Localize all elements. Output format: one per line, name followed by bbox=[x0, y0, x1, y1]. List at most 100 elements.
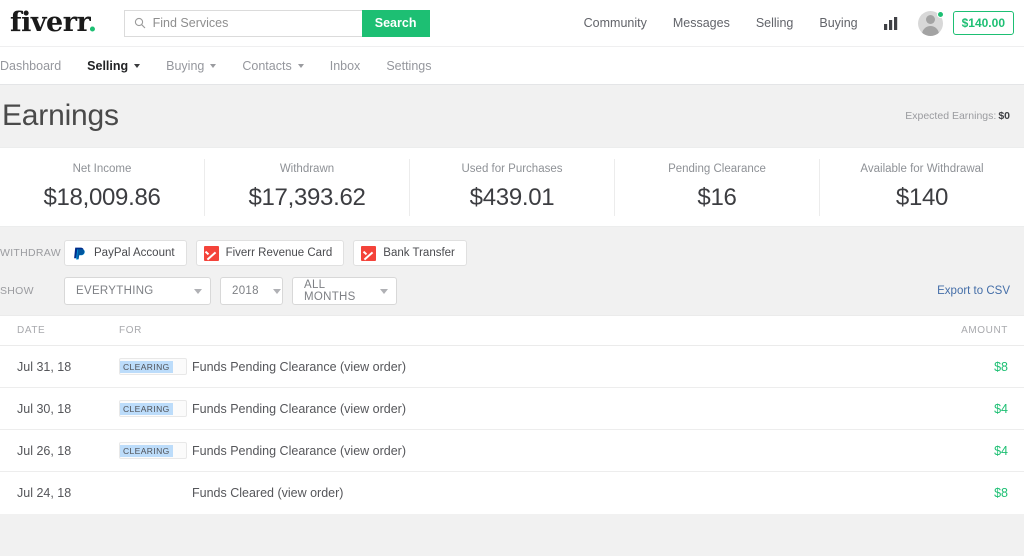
search-input[interactable]: Find Services bbox=[123, 9, 362, 37]
avatar-body bbox=[921, 25, 939, 36]
chevron-down-icon bbox=[134, 63, 141, 68]
page-header: Earnings Expected Earnings: $0 bbox=[0, 85, 1024, 147]
nav-label-contacts: Contacts bbox=[242, 58, 292, 73]
online-status-dot bbox=[936, 10, 944, 18]
stat-label: Used for Purchases bbox=[461, 162, 563, 175]
paypal-icon bbox=[72, 246, 87, 261]
search-button[interactable]: Search bbox=[361, 9, 430, 37]
page-title: Earnings bbox=[2, 99, 119, 132]
row-description[interactable]: Funds Pending Clearance (view order) bbox=[192, 360, 406, 374]
stat-value: $439.01 bbox=[469, 183, 555, 211]
column-header-for: FOR bbox=[119, 325, 142, 336]
status-badge-text: CLEARING bbox=[120, 361, 173, 373]
sidebar-item-inbox[interactable]: Inbox bbox=[317, 59, 374, 73]
nav-buying[interactable]: Buying bbox=[806, 16, 870, 30]
nav-label-selling: Selling bbox=[87, 58, 129, 73]
withdraw-bank-transfer-button[interactable]: Bank Transfer bbox=[353, 240, 467, 266]
row-date: Jul 31, 18 bbox=[17, 359, 72, 374]
nav-messages[interactable]: Messages bbox=[660, 16, 743, 30]
withdraw-revenue-card-button[interactable]: Fiverr Revenue Card bbox=[195, 240, 345, 266]
nav-label-buying: Buying bbox=[166, 58, 205, 73]
row-for: CLEARING Funds Pending Clearance (view o… bbox=[119, 442, 904, 459]
stat-label: Withdrawn bbox=[279, 162, 335, 175]
status-badge-text: CLEARING bbox=[120, 445, 173, 457]
row-date: Jul 24, 18 bbox=[17, 486, 72, 500]
nav-label-dashboard: Dashboard bbox=[0, 58, 62, 73]
row-for: Funds Cleared (view order) bbox=[119, 486, 904, 500]
status-badge-text: CLEARING bbox=[120, 403, 173, 415]
row-amount: $4 bbox=[994, 443, 1008, 458]
sidebar-item-settings[interactable]: Settings bbox=[373, 59, 444, 73]
withdraw-option-label: Fiverr Revenue Card bbox=[225, 247, 333, 259]
sidebar-item-contacts[interactable]: Contacts bbox=[229, 59, 316, 73]
filter-month-value: ALL MONTHS bbox=[304, 279, 356, 303]
table-row[interactable]: Jul 26, 18 CLEARING Funds Pending Cleara… bbox=[0, 430, 1024, 472]
nav-community[interactable]: Community bbox=[571, 16, 660, 30]
stat-label: Pending Clearance bbox=[668, 162, 766, 175]
expected-earnings: Expected Earnings: $0 bbox=[905, 110, 1010, 122]
search-bar: Find Services Search bbox=[123, 9, 430, 37]
bar-chart-icon[interactable] bbox=[871, 16, 912, 30]
table-row[interactable]: Jul 30, 18 CLEARING Funds Pending Cleara… bbox=[0, 388, 1024, 430]
stat-value: $18,009.86 bbox=[43, 183, 161, 211]
show-label: SHOW bbox=[0, 285, 34, 297]
balance-badge[interactable]: $140.00 bbox=[952, 11, 1014, 35]
fiverr-logo[interactable]: fiverr. bbox=[10, 7, 97, 38]
filter-type-dropdown[interactable]: EVERYTHING bbox=[64, 277, 211, 305]
row-description[interactable]: Funds Cleared (view order) bbox=[192, 486, 343, 500]
filter-type-value: EVERYTHING bbox=[76, 285, 154, 297]
column-header-amount: AMOUNT bbox=[961, 325, 1008, 336]
status-badge-box: CLEARING bbox=[119, 442, 187, 459]
row-for: CLEARING Funds Pending Clearance (view o… bbox=[119, 358, 904, 375]
row-date: Jul 26, 18 bbox=[17, 443, 72, 458]
secondary-nav: Dashboard Selling Buying Contacts Inbox … bbox=[0, 46, 1024, 85]
expected-earnings-value: $0 bbox=[998, 110, 1010, 122]
fiverr-card-icon bbox=[203, 245, 219, 261]
row-amount: $8 bbox=[994, 486, 1008, 500]
withdraw-option-label: PayPal Account bbox=[94, 247, 175, 259]
withdraw-paypal-button[interactable]: PayPal Account bbox=[64, 240, 187, 266]
row-description[interactable]: Funds Pending Clearance (view order) bbox=[192, 402, 406, 416]
table-header: DATE FOR AMOUNT bbox=[0, 316, 1024, 346]
sidebar-item-buying[interactable]: Buying bbox=[153, 59, 229, 73]
column-header-date: DATE bbox=[17, 325, 46, 336]
status-badge-box: CLEARING bbox=[119, 400, 187, 417]
status-badge: CLEARING bbox=[119, 442, 192, 459]
row-amount: $4 bbox=[994, 401, 1008, 416]
chevron-down-icon bbox=[272, 288, 281, 294]
stat-net-income: Net Income $18,009.86 bbox=[0, 158, 205, 216]
filter-year-dropdown[interactable]: 2018 bbox=[220, 277, 283, 305]
logo-dot: . bbox=[87, 6, 97, 38]
table-row[interactable]: Jul 31, 18 CLEARING Funds Pending Cleara… bbox=[0, 346, 1024, 388]
status-badge-box: CLEARING bbox=[119, 358, 187, 375]
header-nav: Community Messages Selling Buying $140.0… bbox=[571, 0, 1016, 46]
nav-selling[interactable]: Selling bbox=[743, 16, 807, 30]
filter-month-dropdown[interactable]: ALL MONTHS bbox=[292, 277, 397, 305]
stat-value: $17,393.62 bbox=[248, 183, 366, 211]
expected-earnings-label: Expected Earnings: bbox=[905, 110, 997, 122]
sidebar-item-dashboard[interactable]: Dashboard bbox=[0, 59, 74, 73]
stat-value: $16 bbox=[697, 183, 737, 211]
avatar[interactable] bbox=[912, 10, 953, 36]
search-placeholder: Find Services bbox=[152, 16, 229, 30]
row-amount: $8 bbox=[994, 359, 1008, 374]
stat-used-for-purchases: Used for Purchases $439.01 bbox=[410, 158, 615, 216]
sidebar-item-selling[interactable]: Selling bbox=[74, 59, 153, 73]
search-icon bbox=[134, 17, 146, 29]
stat-label: Net Income bbox=[72, 162, 132, 175]
nav-label-inbox: Inbox bbox=[329, 58, 361, 73]
fiverr-card-icon bbox=[361, 245, 377, 261]
filters-panel: WITHDRAW PayPal Account Fiverr Revenue C… bbox=[0, 227, 1024, 315]
show-row: SHOW EVERYTHING 2018 ALL MONTHS Export t… bbox=[0, 277, 1024, 305]
row-date: Jul 30, 18 bbox=[17, 401, 72, 416]
table-row[interactable]: Jul 24, 18 Funds Cleared (view order) $8 bbox=[0, 472, 1024, 514]
export-to-csv-link[interactable]: Export to CSV bbox=[937, 285, 1010, 297]
top-header: fiverr. Find Services Search Community M… bbox=[0, 0, 1024, 46]
row-description[interactable]: Funds Pending Clearance (view order) bbox=[192, 444, 406, 458]
withdraw-label: WITHDRAW bbox=[0, 247, 61, 259]
withdraw-row: WITHDRAW PayPal Account Fiverr Revenue C… bbox=[0, 239, 1024, 267]
chevron-down-icon bbox=[297, 63, 304, 68]
logo-text: fiverr bbox=[10, 6, 88, 38]
filter-year-value: 2018 bbox=[232, 285, 259, 297]
stat-pending-clearance: Pending Clearance $16 bbox=[615, 158, 820, 216]
